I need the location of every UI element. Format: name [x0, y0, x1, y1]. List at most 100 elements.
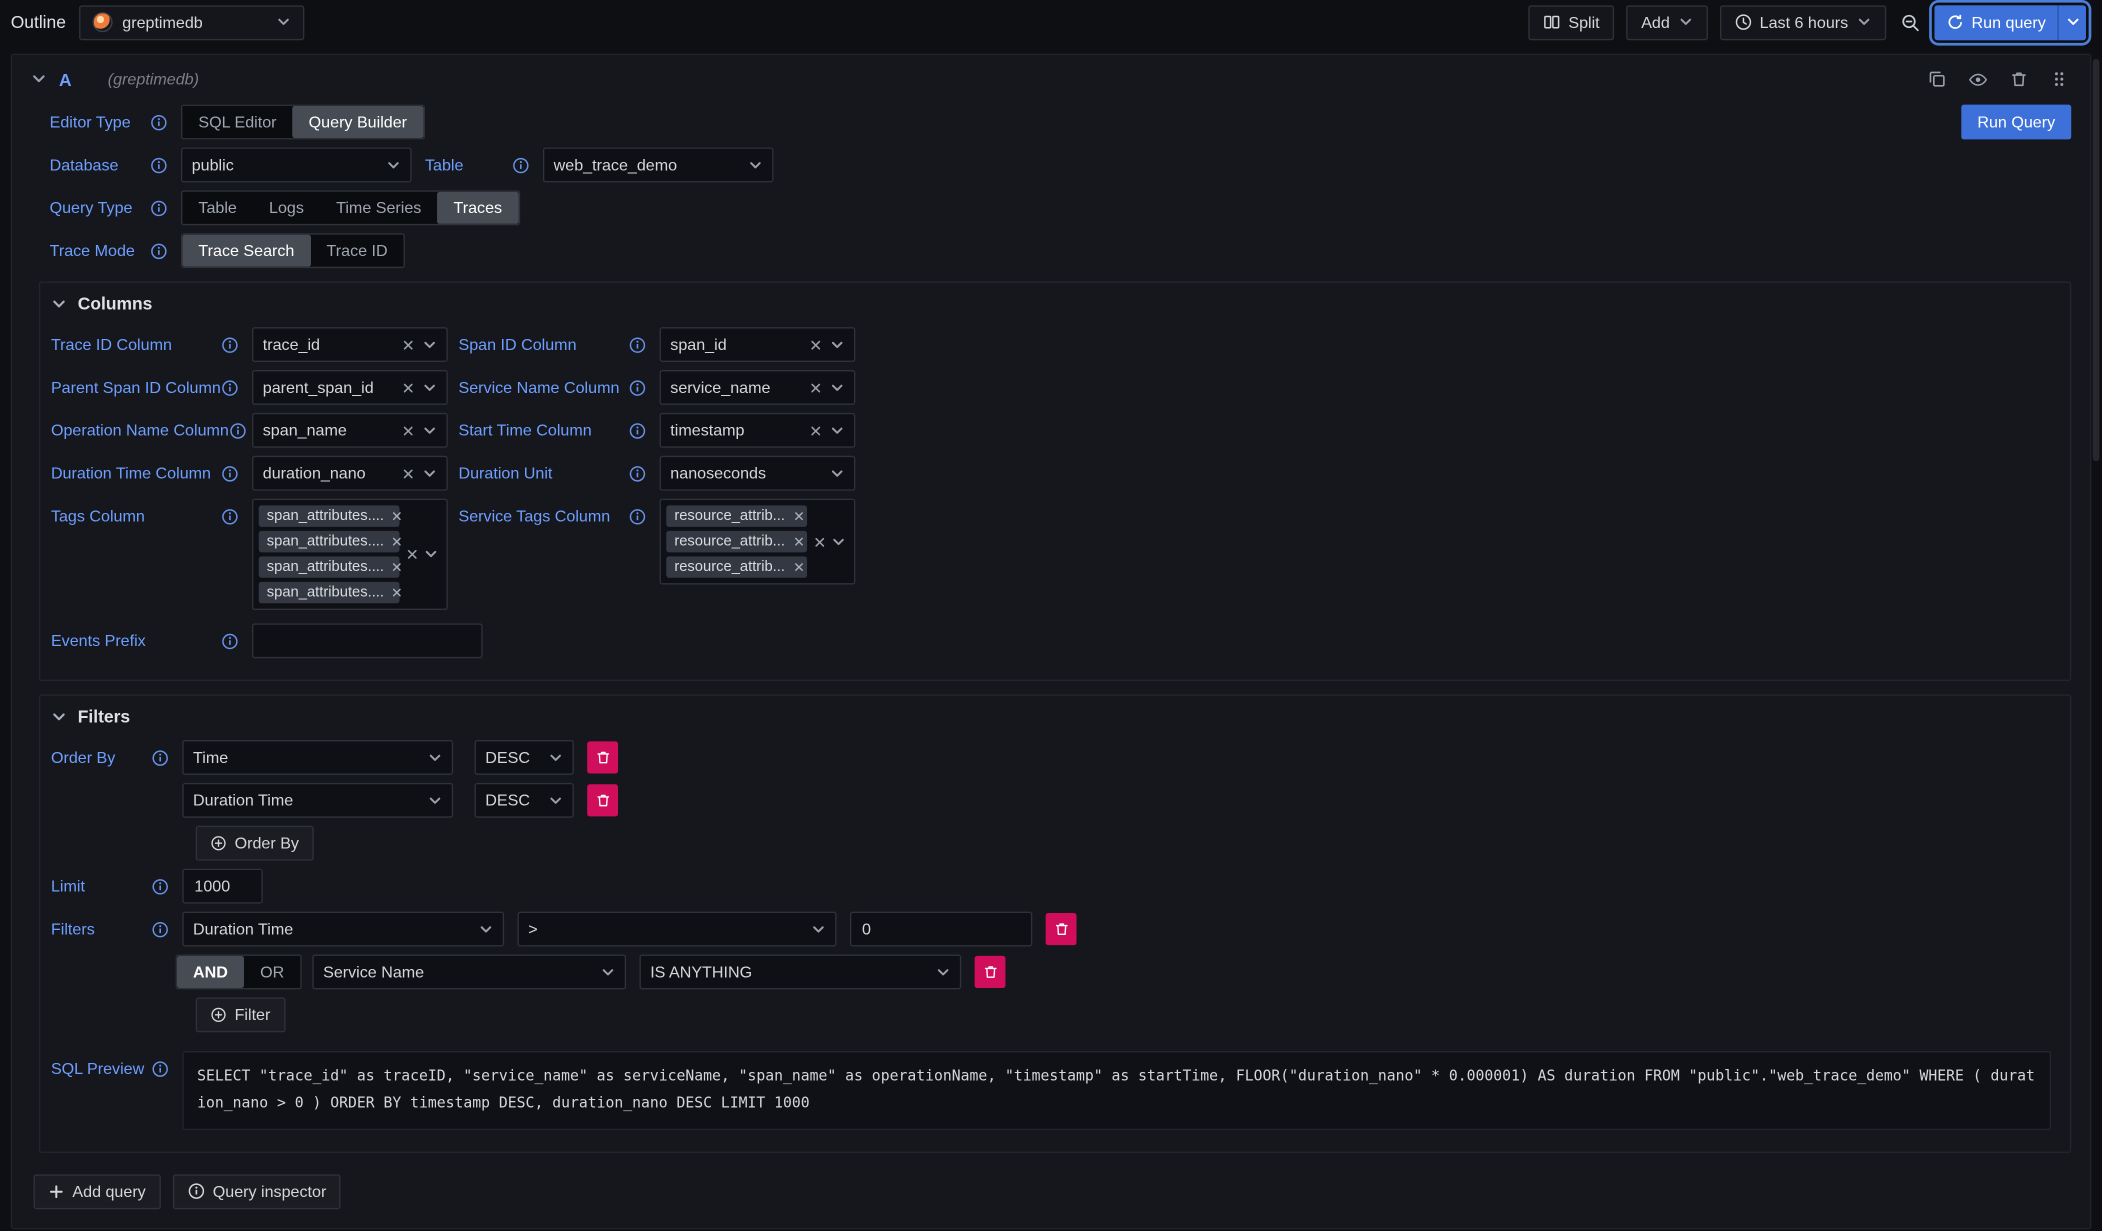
chevron-down-icon[interactable]	[479, 922, 494, 937]
clear-all-icon[interactable]	[814, 536, 826, 548]
service-tag-chip[interactable]: resource_attrib...	[666, 531, 807, 552]
clear-icon[interactable]	[810, 381, 822, 393]
tag-chip[interactable]: span_attributes....	[259, 505, 400, 526]
events-prefix-input[interactable]	[252, 623, 483, 658]
toggle-visibility-button[interactable]	[1965, 66, 1990, 91]
remove-chip-icon[interactable]	[392, 536, 403, 547]
filter-operator-select[interactable]: IS ANYTHING	[639, 955, 961, 990]
info-icon[interactable]	[629, 465, 646, 482]
query-type-option-logs[interactable]: Logs	[253, 192, 320, 224]
database-select[interactable]: public	[181, 147, 412, 182]
info-icon[interactable]	[221, 379, 238, 396]
limit-input[interactable]	[182, 869, 262, 904]
chevron-down-icon[interactable]	[548, 793, 563, 808]
clear-icon[interactable]	[810, 339, 822, 351]
parent-span-id-column-select[interactable]: parent_span_id	[252, 370, 448, 405]
chevron-down-icon[interactable]	[386, 158, 401, 173]
query-type-option-traces[interactable]: Traces	[437, 192, 518, 224]
add-dropdown-button[interactable]: Add	[1626, 5, 1707, 40]
duration-time-column-select[interactable]: duration_nano	[252, 456, 448, 491]
info-icon[interactable]	[629, 422, 646, 439]
info-icon[interactable]	[229, 422, 246, 439]
tag-chip[interactable]: span_attributes....	[259, 556, 400, 577]
remove-chip-icon[interactable]	[392, 587, 403, 598]
order-by-field-select[interactable]: Time	[182, 740, 453, 775]
clear-icon[interactable]	[402, 381, 414, 393]
drag-handle[interactable]	[2047, 67, 2071, 91]
chevron-down-icon[interactable]	[831, 534, 846, 549]
chevron-down-icon[interactable]	[424, 547, 439, 562]
outline-toggle[interactable]: Outline	[11, 12, 66, 32]
chevron-down-icon[interactable]	[428, 750, 443, 765]
filters-section-header[interactable]: Filters	[51, 706, 2057, 726]
delete-filter-button[interactable]	[1046, 913, 1077, 945]
info-icon[interactable]	[221, 465, 238, 482]
zoom-out-button[interactable]	[1898, 10, 1922, 34]
order-by-direction-select[interactable]: DESC	[475, 783, 574, 818]
logic-option-and[interactable]: AND	[177, 956, 244, 988]
remove-chip-icon[interactable]	[392, 562, 403, 573]
table-select[interactable]: web_trace_demo	[543, 147, 774, 182]
chevron-down-icon[interactable]	[830, 337, 845, 352]
chevron-down-icon[interactable]	[422, 337, 437, 352]
service-tag-chip[interactable]: resource_attrib...	[666, 556, 807, 577]
editor-type-option-sql-editor[interactable]: SQL Editor	[182, 106, 292, 138]
order-by-direction-select[interactable]: DESC	[475, 740, 574, 775]
info-icon[interactable]	[151, 920, 168, 937]
service-tag-chip[interactable]: resource_attrib...	[666, 505, 807, 526]
delete-order-by-button[interactable]	[587, 784, 618, 816]
time-range-picker[interactable]: Last 6 hours	[1719, 5, 1885, 40]
info-icon[interactable]	[629, 336, 646, 353]
query-inspector-button[interactable]: Query inspector	[173, 1174, 342, 1209]
chevron-down-icon[interactable]	[748, 158, 763, 173]
info-icon[interactable]	[221, 507, 238, 524]
info-icon[interactable]	[151, 877, 168, 894]
clear-icon[interactable]	[402, 424, 414, 436]
chevron-down-icon[interactable]	[830, 466, 845, 481]
delete-order-by-button[interactable]	[587, 741, 618, 773]
datasource-picker[interactable]: greptimedb	[79, 5, 304, 40]
info-icon[interactable]	[221, 336, 238, 353]
clear-all-icon[interactable]	[406, 548, 418, 560]
start-time-column-select[interactable]: timestamp	[660, 413, 856, 448]
span-id-column-select[interactable]: span_id	[660, 327, 856, 362]
remove-chip-icon[interactable]	[793, 562, 804, 573]
remove-chip-icon[interactable]	[793, 536, 804, 547]
logic-option-or[interactable]: OR	[244, 956, 300, 988]
query-type-option-table[interactable]: Table	[182, 192, 253, 224]
remove-chip-icon[interactable]	[793, 511, 804, 522]
chevron-down-icon[interactable]	[422, 380, 437, 395]
filter-operator-select[interactable]: >	[517, 912, 836, 947]
service-name-column-select[interactable]: service_name	[660, 370, 856, 405]
chevron-down-icon[interactable]	[422, 423, 437, 438]
tag-chip[interactable]: span_attributes....	[259, 531, 400, 552]
info-icon[interactable]	[221, 632, 238, 649]
clear-icon[interactable]	[402, 339, 414, 351]
info-icon[interactable]	[629, 507, 646, 524]
run-query-button-editor[interactable]: Run Query	[1961, 105, 2071, 140]
split-button[interactable]: Split	[1528, 5, 1614, 40]
operation-name-column-select[interactable]: span_name	[252, 413, 448, 448]
info-icon[interactable]	[150, 199, 167, 216]
delete-filter-button[interactable]	[975, 956, 1006, 988]
chevron-down-icon[interactable]	[422, 466, 437, 481]
chevron-down-icon[interactable]	[936, 965, 951, 980]
remove-chip-icon[interactable]	[392, 511, 403, 522]
run-query-button[interactable]: Run query	[1934, 5, 2058, 40]
info-icon[interactable]	[150, 113, 167, 130]
chevron-down-icon[interactable]	[548, 750, 563, 765]
trace-id-column-select[interactable]: trace_id	[252, 327, 448, 362]
add-query-button[interactable]: Add query	[34, 1174, 161, 1209]
collapse-chevron-icon[interactable]	[31, 71, 47, 87]
remove-query-button[interactable]	[2007, 67, 2031, 91]
editor-type-option-query-builder[interactable]: Query Builder	[293, 106, 424, 138]
filter-field-select[interactable]: Duration Time	[182, 912, 504, 947]
info-icon[interactable]	[512, 156, 529, 173]
filter-value-input[interactable]	[850, 912, 1032, 947]
clear-icon[interactable]	[810, 424, 822, 436]
tags-column-multiselect[interactable]: span_attributes.... span_attributes.... …	[252, 499, 448, 610]
service-tags-column-multiselect[interactable]: resource_attrib... resource_attrib... re…	[660, 499, 856, 585]
columns-section-header[interactable]: Columns	[51, 294, 2057, 314]
chevron-down-icon[interactable]	[830, 380, 845, 395]
add-order-by-button[interactable]: Order By	[196, 826, 314, 861]
